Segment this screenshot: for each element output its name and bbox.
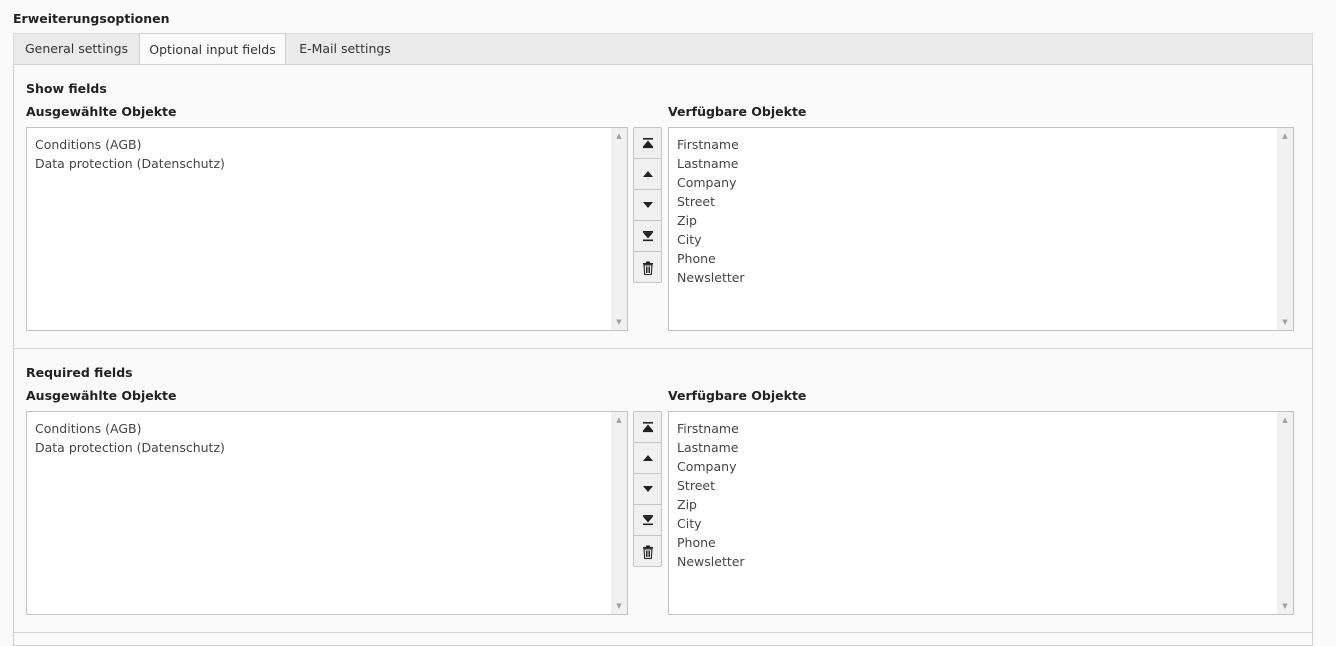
- list-item[interactable]: Conditions (AGB): [35, 419, 627, 438]
- section-title-show-fields: Show fields: [26, 81, 107, 96]
- scroll-down-icon[interactable]: ▼: [611, 315, 627, 329]
- list-item[interactable]: Newsletter: [677, 268, 1293, 287]
- move-top-button[interactable]: [634, 128, 661, 159]
- move-down-icon: [642, 202, 653, 208]
- required-fields-available-list[interactable]: Firstname Lastname Company Street Zip Ci…: [668, 411, 1294, 615]
- scrollbar[interactable]: ▲ ▼: [611, 128, 627, 330]
- list-item[interactable]: Street: [677, 192, 1293, 211]
- list-item[interactable]: Conditions (AGB): [35, 135, 627, 154]
- move-down-button[interactable]: [634, 474, 661, 505]
- list-item[interactable]: Data protection (Datenschutz): [35, 438, 627, 457]
- section-title-required-fields: Required fields: [26, 365, 133, 380]
- tab-optional-input-fields[interactable]: Optional input fields: [139, 33, 286, 67]
- move-bottom-icon: [642, 515, 653, 526]
- move-up-icon: [642, 455, 653, 461]
- list-item[interactable]: Lastname: [677, 154, 1293, 173]
- scrollbar[interactable]: ▲ ▼: [1277, 412, 1293, 614]
- move-bottom-button[interactable]: [634, 221, 661, 252]
- show-fields-available-list[interactable]: Firstname Lastname Company Street Zip Ci…: [668, 127, 1294, 331]
- list-item[interactable]: Firstname: [677, 419, 1293, 438]
- list-item[interactable]: Phone: [677, 533, 1293, 552]
- move-bottom-button[interactable]: [634, 505, 661, 536]
- trash-icon: [642, 545, 653, 559]
- list-item[interactable]: Company: [677, 173, 1293, 192]
- section-divider: [14, 632, 1312, 633]
- tab-general-settings[interactable]: General settings: [14, 34, 139, 65]
- list-item[interactable]: Street: [677, 476, 1293, 495]
- scroll-down-icon[interactable]: ▼: [611, 599, 627, 613]
- scroll-down-icon[interactable]: ▼: [1277, 315, 1293, 329]
- scrollbar[interactable]: ▲ ▼: [611, 412, 627, 614]
- remove-button[interactable]: [634, 536, 661, 567]
- selected-objects-label: Ausgewählte Objekte: [26, 388, 177, 403]
- move-up-icon: [642, 171, 653, 177]
- list-item[interactable]: Company: [677, 457, 1293, 476]
- move-top-icon: [642, 422, 653, 433]
- move-down-icon: [642, 486, 653, 492]
- show-fields-order-controls: [633, 127, 662, 283]
- list-item[interactable]: Phone: [677, 249, 1293, 268]
- move-bottom-icon: [642, 231, 653, 242]
- move-top-icon: [642, 138, 653, 149]
- show-fields-selected-list[interactable]: Conditions (AGB) Data protection (Datens…: [26, 127, 628, 331]
- list-item[interactable]: Zip: [677, 495, 1293, 514]
- required-fields-selected-list[interactable]: Conditions (AGB) Data protection (Datens…: [26, 411, 628, 615]
- move-down-button[interactable]: [634, 190, 661, 221]
- scroll-up-icon[interactable]: ▲: [611, 413, 627, 427]
- list-item[interactable]: Data protection (Datenschutz): [35, 154, 627, 173]
- trash-icon: [642, 261, 653, 275]
- scroll-up-icon[interactable]: ▲: [1277, 129, 1293, 143]
- tab-email-settings[interactable]: E-Mail settings: [286, 34, 404, 65]
- scroll-up-icon[interactable]: ▲: [611, 129, 627, 143]
- move-up-button[interactable]: [634, 159, 661, 190]
- list-item[interactable]: City: [677, 514, 1293, 533]
- list-item[interactable]: Newsletter: [677, 552, 1293, 571]
- page-title: Erweiterungsoptionen: [13, 11, 170, 26]
- list-item[interactable]: Lastname: [677, 438, 1293, 457]
- list-item[interactable]: Firstname: [677, 135, 1293, 154]
- tab-bar: General settings Optional input fields E…: [13, 33, 1313, 67]
- scrollbar[interactable]: ▲ ▼: [1277, 128, 1293, 330]
- available-objects-label: Verfügbare Objekte: [668, 104, 807, 119]
- move-up-button[interactable]: [634, 443, 661, 474]
- list-item[interactable]: Zip: [677, 211, 1293, 230]
- section-divider: [14, 348, 1312, 349]
- required-fields-order-controls: [633, 411, 662, 567]
- scroll-up-icon[interactable]: ▲: [1277, 413, 1293, 427]
- move-top-button[interactable]: [634, 412, 661, 443]
- list-item[interactable]: City: [677, 230, 1293, 249]
- selected-objects-label: Ausgewählte Objekte: [26, 104, 177, 119]
- remove-button[interactable]: [634, 252, 661, 283]
- scroll-down-icon[interactable]: ▼: [1277, 599, 1293, 613]
- tab-panel-optional-input-fields: Show fields Ausgewählte Objekte Verfügba…: [13, 64, 1313, 646]
- available-objects-label: Verfügbare Objekte: [668, 388, 807, 403]
